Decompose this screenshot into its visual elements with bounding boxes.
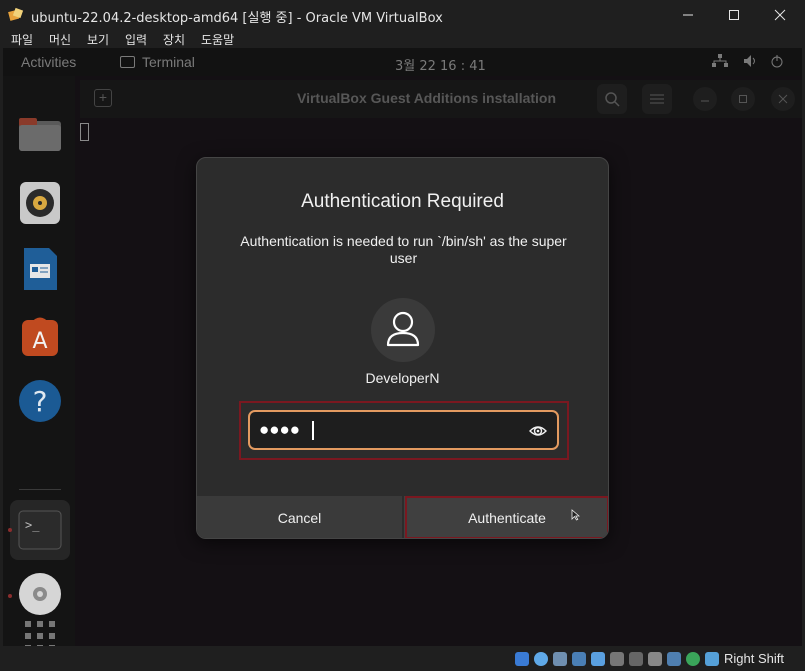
- svg-text:?: ?: [33, 385, 48, 418]
- menu-help[interactable]: 도움말: [201, 31, 234, 48]
- close-icon[interactable]: [771, 87, 795, 111]
- text-caret: [312, 421, 314, 440]
- recording-icon[interactable]: [648, 652, 662, 666]
- dialog-button-row: Cancel Authenticate: [197, 496, 608, 538]
- hamburger-menu-icon[interactable]: [642, 84, 672, 114]
- ubuntu-dock: A ? >_: [3, 76, 75, 646]
- help-icon[interactable]: ?: [17, 378, 63, 424]
- maximize-icon[interactable]: [731, 87, 755, 111]
- search-icon[interactable]: [597, 84, 627, 114]
- show-password-eye-icon[interactable]: [529, 422, 547, 440]
- app-menu-label[interactable]: Terminal: [142, 54, 195, 70]
- mouse-pointer-icon: [571, 509, 580, 521]
- minimize-icon[interactable]: [693, 87, 717, 111]
- host-menubar: 파일 머신 보기 입력 장치 도움말: [0, 30, 805, 48]
- cancel-button[interactable]: Cancel: [197, 496, 402, 538]
- shared-folders-icon[interactable]: [610, 652, 624, 666]
- software-icon[interactable]: A: [17, 312, 63, 358]
- window-title: ubuntu-22.04.2-desktop-amd64 [실행 중] - Or…: [31, 11, 443, 26]
- volume-icon[interactable]: [743, 54, 759, 71]
- terminal-headerbar: + VirtualBox Guest Additions installatio…: [80, 80, 802, 118]
- avatar: [371, 298, 435, 362]
- hard-disk-icon[interactable]: [515, 652, 529, 666]
- svg-text:A: A: [32, 329, 47, 354]
- svg-text:>_: >_: [25, 518, 40, 532]
- minimize-icon[interactable]: [665, 0, 711, 30]
- running-indicator: [8, 528, 12, 532]
- menu-machine[interactable]: 머신: [49, 31, 71, 48]
- cpu-icon[interactable]: [667, 652, 681, 666]
- terminal-cursor: [80, 123, 89, 141]
- password-field[interactable]: ●●●●: [248, 410, 559, 450]
- activities-button[interactable]: Activities: [21, 54, 76, 70]
- virtualbox-app-icon: [8, 7, 24, 21]
- terminal-title: VirtualBox Guest Additions installation: [297, 90, 557, 106]
- menu-devices[interactable]: 장치: [163, 31, 185, 48]
- audio-icon[interactable]: [553, 652, 567, 666]
- maximize-icon[interactable]: [711, 0, 757, 30]
- host-titlebar: ubuntu-22.04.2-desktop-amd64 [실행 중] - Or…: [0, 0, 805, 30]
- display-icon[interactable]: [629, 652, 643, 666]
- network-icon[interactable]: [712, 54, 728, 71]
- dock-separator: [19, 489, 61, 490]
- ubuntu-topbar: Activities Terminal 3월 22 16 : 41: [3, 48, 802, 76]
- password-mask: ●●●●: [259, 420, 301, 439]
- app-grid-icon[interactable]: [17, 615, 63, 646]
- menu-view[interactable]: 보기: [87, 31, 109, 48]
- user-icon: [386, 311, 420, 347]
- terminal-icon[interactable]: >_: [17, 507, 63, 553]
- new-tab-icon[interactable]: +: [94, 89, 112, 107]
- dvd-icon[interactable]: [17, 571, 63, 617]
- usb-icon[interactable]: [591, 652, 605, 666]
- clock[interactable]: 3월 22 16 : 41: [395, 55, 486, 74]
- network-adapter-icon[interactable]: [572, 652, 586, 666]
- dialog-title: Authentication Required: [301, 191, 504, 212]
- menu-input[interactable]: 입력: [125, 31, 147, 48]
- auth-dialog: Authentication Required Authentication i…: [196, 157, 609, 539]
- files-icon[interactable]: [17, 113, 63, 159]
- rhythmbox-icon[interactable]: [17, 180, 63, 226]
- power-icon[interactable]: [770, 54, 784, 71]
- host-key-label: Right Shift: [724, 651, 784, 666]
- optical-drive-icon[interactable]: [534, 652, 548, 666]
- dialog-message: Authentication is needed to run `/bin/sh…: [240, 233, 567, 266]
- writer-icon[interactable]: [17, 246, 63, 292]
- username-label: DeveloperN: [365, 370, 440, 386]
- close-icon[interactable]: [757, 0, 803, 30]
- running-indicator: [8, 594, 12, 598]
- guest-additions-icon[interactable]: [686, 652, 700, 666]
- menu-file[interactable]: 파일: [11, 31, 33, 48]
- mouse-integration-icon[interactable]: [705, 652, 719, 666]
- host-statusbar: Right Shift: [0, 647, 805, 671]
- terminal-app-icon: [120, 56, 135, 68]
